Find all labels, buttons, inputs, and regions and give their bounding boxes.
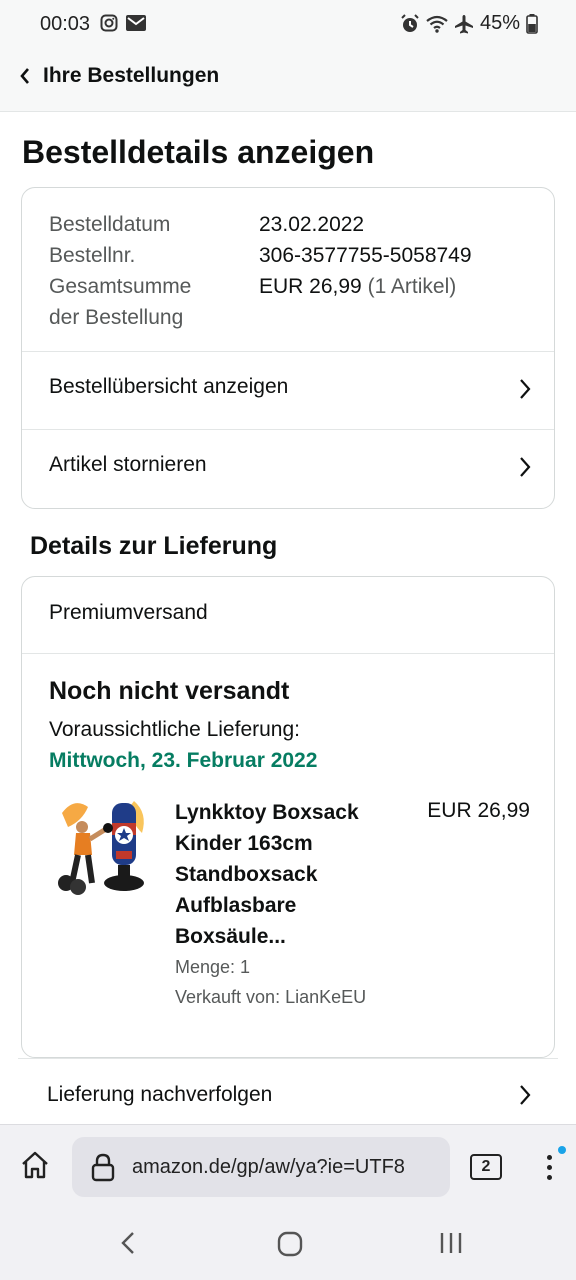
shipment-status: Noch nicht versandt (49, 677, 290, 705)
order-number-label: Bestellnr. (49, 244, 136, 267)
order-total-value: EUR 26,99 (1 Artikel) (259, 271, 456, 302)
delivery-card: Premiumversand Noch nicht versandt Vorau… (21, 576, 555, 1058)
product-title-line: Lynkktoy Boxsack (175, 801, 359, 824)
cancel-items-label: Artikel stornieren (49, 453, 207, 476)
status-time: 00:03 (40, 13, 91, 35)
chevron-right-icon (520, 1085, 531, 1105)
nav-back-icon[interactable] (118, 1230, 138, 1256)
tabs-button[interactable]: 2 (470, 1154, 502, 1180)
track-delivery-link[interactable]: Lieferung nachverfolgen (18, 1058, 558, 1128)
nav-recents-icon[interactable] (438, 1230, 464, 1256)
chevron-right-icon (520, 457, 531, 477)
url-text: amazon.de/gp/aw/ya?ie=UTF8 (132, 1156, 405, 1178)
chevron-left-icon[interactable] (18, 66, 32, 86)
nav-home-icon[interactable] (276, 1230, 304, 1258)
menu-dot (547, 1155, 552, 1160)
notification-dot (558, 1146, 566, 1154)
product-title-line: Standboxsack (175, 863, 318, 886)
page-title: Bestelldetails anzeigen (22, 134, 375, 170)
product-title-line: Kinder 163cm (175, 832, 313, 855)
browser-toolbar: amazon.de/gp/aw/ya?ie=UTF8 2 (0, 1124, 576, 1208)
top-header: Ihre Bestellungen (0, 44, 576, 112)
wifi-icon (426, 15, 448, 33)
product-quantity: Menge: 1 (175, 957, 251, 977)
menu-dot (547, 1175, 552, 1180)
product-price: EUR 26,99 (427, 799, 530, 822)
view-order-summary-link[interactable]: Bestellübersicht anzeigen (22, 351, 554, 429)
order-summary-card: Bestelldatum 23.02.2022 Bestellnr. 306-3… (21, 187, 555, 509)
menu-dot (547, 1165, 552, 1170)
back-to-orders-link[interactable]: Ihre Bestellungen (43, 64, 219, 88)
expected-delivery-date: Mittwoch, 23. Februar 2022 (49, 749, 318, 772)
cancel-items-link[interactable]: Artikel stornieren (22, 429, 554, 507)
order-total-items: (1 Artikel) (367, 275, 457, 298)
product-title-link[interactable]: Lynkktoy Boxsack Kinder 163cm Standboxsa… (175, 797, 390, 952)
airplane-icon (454, 14, 473, 33)
system-navigation-bar (0, 1208, 576, 1280)
address-bar[interactable]: amazon.de/gp/aw/ya?ie=UTF8 (72, 1137, 450, 1197)
product-title-line: Boxsäule... (175, 925, 286, 948)
lock-icon (91, 1153, 115, 1182)
order-total-label: Gesamtsumme (49, 275, 192, 298)
track-delivery-label: Lieferung nachverfolgen (47, 1083, 273, 1106)
view-order-summary-label: Bestellübersicht anzeigen (49, 375, 289, 398)
mail-icon (126, 15, 146, 31)
home-icon[interactable] (19, 1149, 51, 1181)
chevron-right-icon (520, 379, 531, 399)
order-date-value: 23.02.2022 (259, 213, 365, 236)
status-bar: 00:03 45% (0, 0, 576, 44)
delivery-section-title: Details zur Lieferung (30, 532, 278, 560)
order-total-label-line2: der Bestellung (49, 306, 184, 329)
order-number-value: 306-3577755-5058749 (259, 244, 472, 267)
battery-icon (526, 13, 538, 34)
battery-percent: 45% (479, 12, 520, 34)
product-seller: Verkauft von: LianKeEU (175, 987, 367, 1007)
order-total-amount: EUR 26,99 (259, 275, 362, 298)
product-image[interactable] (52, 793, 148, 901)
alarm-icon (401, 13, 419, 32)
shipping-method: Premiumversand (49, 601, 208, 624)
product-title-line: Aufblasbare (175, 894, 297, 917)
more-menu-button[interactable] (538, 1146, 566, 1185)
instagram-icon (100, 14, 118, 32)
order-date-label: Bestelldatum (49, 213, 171, 236)
divider (22, 653, 554, 654)
expected-delivery-label: Voraussichtliche Lieferung: (49, 718, 300, 741)
